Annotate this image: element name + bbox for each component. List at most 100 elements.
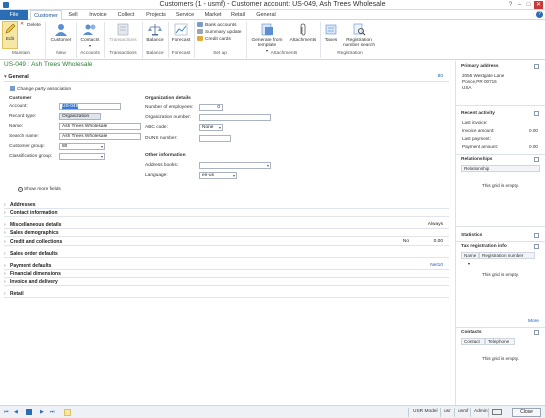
- organization-number-field[interactable]: [199, 114, 271, 121]
- fasttab-payment-defaults[interactable]: › Payment defaults Net10: [4, 262, 449, 270]
- contacts-empty-message: This grid is empty.: [482, 356, 519, 361]
- duns-number-field[interactable]: [199, 135, 231, 142]
- expand-factbox-icon[interactable]: [534, 111, 539, 116]
- fasttab-financial-dimensions[interactable]: › Financial dimensions: [4, 270, 449, 278]
- tab-invoice[interactable]: Invoice: [86, 11, 110, 20]
- tab-file[interactable]: File: [0, 10, 28, 20]
- record-type-field: Organization: [59, 113, 101, 120]
- expand-circle-icon: ⌄: [18, 187, 23, 192]
- fasttab-summary: Always: [427, 222, 443, 227]
- expand-factbox-icon[interactable]: [534, 330, 539, 335]
- summary-icon: [197, 29, 203, 34]
- num-employees-field[interactable]: 0: [199, 104, 223, 111]
- tab-retail[interactable]: Retail: [228, 11, 248, 20]
- tab-customer[interactable]: Customer: [30, 10, 62, 20]
- summary-update-button[interactable]: Summary update: [197, 29, 242, 36]
- fasttab-sales-order-defaults[interactable]: › Sales order defaults: [4, 250, 449, 258]
- fasttab-miscellaneous-details[interactable]: › Miscellaneous details Always: [4, 221, 449, 229]
- more-link[interactable]: More: [528, 319, 539, 324]
- fasttab-contact-information[interactable]: › Contact information: [4, 209, 449, 217]
- bank-accounts-button[interactable]: Bank accounts: [197, 22, 236, 29]
- maximize-button[interactable]: □: [524, 1, 533, 9]
- first-record-icon[interactable]: ⏮: [4, 409, 10, 415]
- balance-button[interactable]: Balance: [144, 23, 166, 43]
- close-window-button[interactable]: ✕: [534, 1, 543, 9]
- attachments-button[interactable]: Attachments: [288, 23, 318, 43]
- customer-group-field[interactable]: 80 ▾: [59, 143, 105, 150]
- address-books-field[interactable]: ▾: [199, 162, 271, 169]
- tab-collect[interactable]: Collect: [114, 11, 138, 20]
- account-field[interactable]: US-049: [59, 103, 121, 110]
- transactions-button[interactable]: Transactions: [106, 23, 140, 43]
- tab-service[interactable]: Service: [172, 11, 198, 20]
- edit-button[interactable]: Edit: [2, 21, 18, 49]
- fasttab-credit-and-collections[interactable]: › Credit and collections No 0.00: [4, 238, 449, 246]
- tax-registration-header: Tax registration info: [461, 244, 507, 249]
- fasttab-invoice-and-delivery[interactable]: › Invoice and delivery: [4, 278, 449, 286]
- new-customer-button[interactable]: Customer: [48, 23, 74, 43]
- other-information-header: Other information: [145, 153, 186, 158]
- delete-button[interactable]: ✕ Delete: [20, 22, 41, 29]
- close-button[interactable]: Close: [512, 408, 541, 417]
- chevron-down-icon: ▾: [218, 125, 221, 130]
- tab-projects[interactable]: Projects: [142, 11, 170, 20]
- previous-record-icon[interactable]: ◀: [14, 409, 20, 415]
- general-header[interactable]: ▾ General 80: [4, 74, 449, 82]
- group-divider: [320, 22, 321, 58]
- next-record-icon[interactable]: ▶: [40, 409, 46, 415]
- credit-cards-label: Credit cards: [205, 36, 231, 42]
- chevron-down-icon[interactable]: ▾: [468, 261, 470, 266]
- fasttab-sales-demographics[interactable]: › Sales demographics: [4, 229, 449, 237]
- recent-activity-header: Recent activity: [461, 111, 495, 116]
- fasttab-label: Sales order defaults: [10, 251, 58, 257]
- help-question-icon[interactable]: ?: [536, 11, 543, 18]
- registration-number-column-header[interactable]: Registration number: [479, 252, 535, 259]
- relationship-column-header[interactable]: Relationship: [461, 165, 540, 172]
- classification-group-field[interactable]: ▾: [59, 153, 105, 160]
- account-label: Account:: [9, 104, 28, 109]
- forecast-label: Forecast: [171, 38, 191, 43]
- credit-cards-button[interactable]: Credit cards: [197, 36, 231, 43]
- help-icon[interactable]: ?: [506, 1, 515, 9]
- group-divider: [194, 22, 195, 58]
- attachment-status-icon[interactable]: [64, 409, 71, 416]
- tax-registration-empty-message: This grid is empty.: [482, 272, 519, 277]
- abc-code-field[interactable]: None ▾: [199, 124, 223, 131]
- language-field[interactable]: en-us ▾: [199, 172, 237, 179]
- expand-factbox-icon[interactable]: [534, 244, 539, 249]
- contact-column-header[interactable]: Contact: [461, 338, 485, 345]
- expand-factbox-icon[interactable]: [534, 157, 539, 162]
- tab-general[interactable]: General: [253, 11, 279, 20]
- balance-label: Balance: [146, 38, 164, 43]
- fasttab-label: Sales demographics: [10, 230, 59, 236]
- expand-factbox-icon[interactable]: [534, 233, 539, 238]
- fasttab-retail[interactable]: › Retail: [4, 290, 449, 298]
- tab-sell[interactable]: Sell: [64, 11, 82, 20]
- taxes-button[interactable]: Taxes: [322, 23, 340, 43]
- group-registration: Registration: [337, 51, 363, 56]
- address-line-1: 2055 Westgate Lane: [462, 73, 505, 78]
- address-line-3: USA: [462, 85, 472, 90]
- contacts-button[interactable]: Contacts ▾: [78, 23, 102, 48]
- classification-group-label: Classification group:: [9, 154, 53, 159]
- fasttab-addresses[interactable]: › Addresses: [4, 201, 449, 209]
- last-record-icon[interactable]: ⏭: [50, 409, 56, 415]
- record-icon[interactable]: [26, 409, 32, 415]
- group-attachments: Attachments: [270, 51, 298, 56]
- expand-factbox-icon[interactable]: [534, 64, 539, 69]
- search-name-field[interactable]: Ash Trees Wholesale: [59, 133, 141, 140]
- registration-number-search-button[interactable]: Registration number search: [342, 23, 376, 48]
- user-status: usr: [444, 409, 451, 414]
- notification-icon[interactable]: [492, 409, 502, 415]
- name-column-header[interactable]: Name: [461, 252, 479, 259]
- show-more-fields-button[interactable]: ⌄ Show more fields: [18, 187, 61, 192]
- last-invoice-label: Last invoice:: [462, 120, 488, 125]
- name-field[interactable]: Ash Trees Wholesale: [59, 123, 141, 130]
- minimize-button[interactable]: –: [515, 1, 524, 9]
- generate-from-template-button[interactable]: Generate from template ▾: [248, 23, 286, 53]
- tab-market[interactable]: Market: [201, 11, 225, 20]
- telephone-column-header[interactable]: Telephone: [485, 338, 515, 345]
- contacts-header: Contacts: [461, 330, 482, 335]
- change-party-association-button[interactable]: Change party association: [10, 86, 71, 92]
- forecast-button[interactable]: Forecast: [170, 23, 192, 43]
